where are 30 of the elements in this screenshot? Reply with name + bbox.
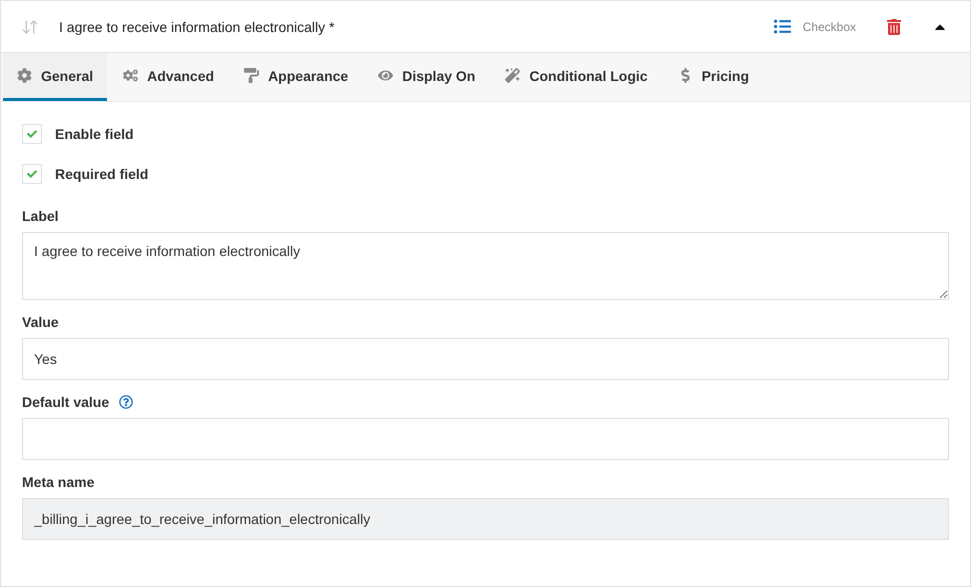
checkbox[interactable] <box>22 164 42 184</box>
checkbox-label: Required field <box>55 166 148 182</box>
field-label: Label <box>22 208 59 224</box>
tab[interactable]: Conditional Logic <box>491 53 662 101</box>
list-icon <box>774 18 791 35</box>
gears-icon <box>123 68 138 83</box>
tab[interactable]: General <box>3 53 108 101</box>
input-field[interactable] <box>22 418 949 460</box>
tab[interactable]: Appearance <box>230 53 362 101</box>
checkbox[interactable] <box>22 124 42 144</box>
delete-icon[interactable] <box>886 18 902 34</box>
help-icon[interactable] <box>119 395 134 409</box>
sort-icon[interactable] <box>21 18 39 36</box>
input-field[interactable]: Yes <box>22 338 949 380</box>
checkbox-label: Enable field <box>55 126 134 142</box>
paint-roller-icon <box>244 68 260 83</box>
tab[interactable]: Display On <box>364 53 490 101</box>
gear-icon <box>17 68 32 83</box>
field-type: Checkbox <box>802 20 856 34</box>
field-label: Value <box>22 314 59 330</box>
text-area[interactable]: I agree to receive information electronically <box>22 232 949 300</box>
tab[interactable]: Pricing <box>664 53 764 101</box>
field-label: Default value <box>22 394 110 410</box>
field-title: I agree to receive information electronically * <box>59 18 336 34</box>
eye-icon <box>378 68 394 83</box>
magic-wand-icon <box>505 68 520 83</box>
tab[interactable]: Advanced <box>109 53 228 101</box>
field-label: Meta name <box>22 474 94 490</box>
check-icon <box>27 129 37 139</box>
check-icon <box>27 169 37 179</box>
